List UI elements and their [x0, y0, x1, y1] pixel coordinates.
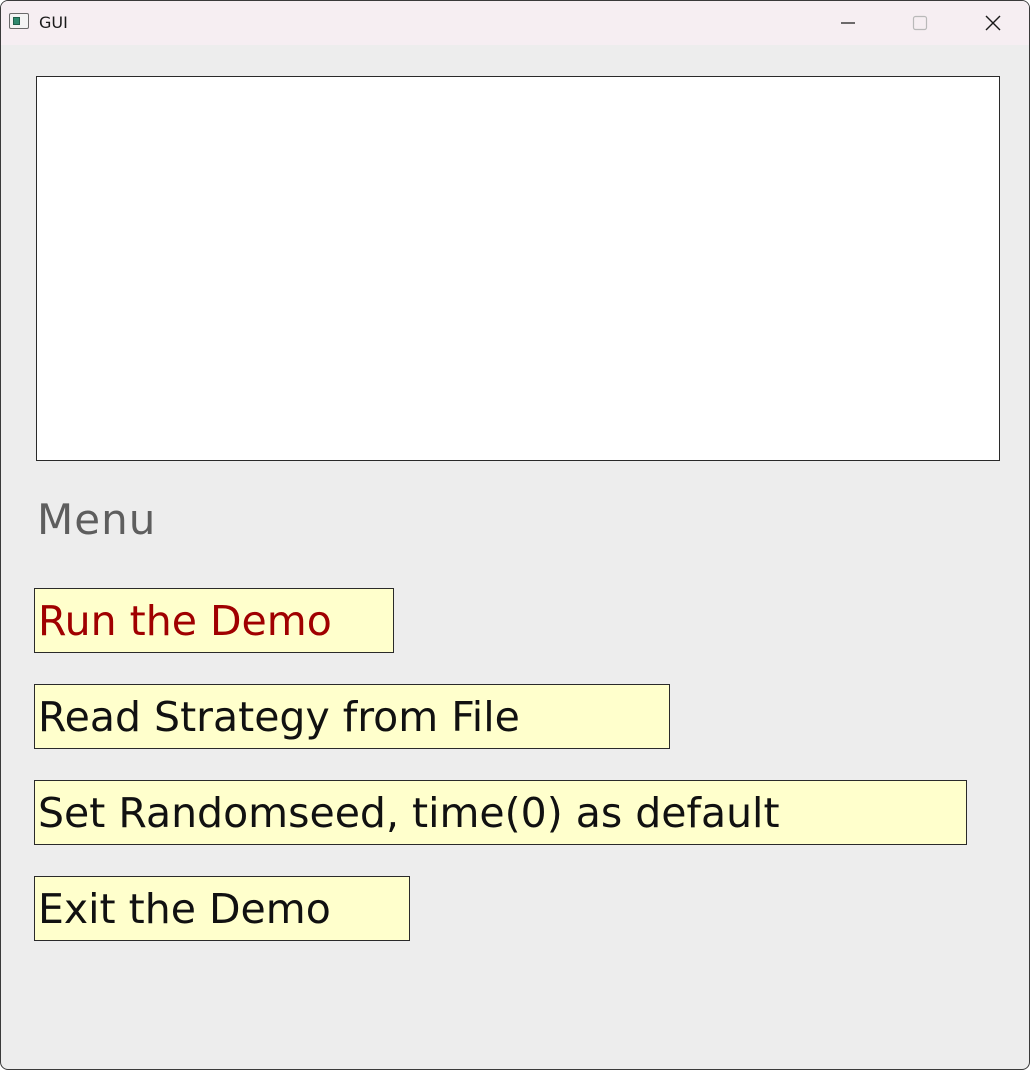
app-window-icon — [9, 13, 29, 29]
set-randomseed-button[interactable]: Set Randomseed, time(0) as default — [34, 780, 967, 845]
close-button[interactable] — [957, 1, 1029, 45]
title-bar[interactable]: GUI — [1, 1, 1029, 45]
exit-demo-button[interactable]: Exit the Demo — [34, 876, 410, 941]
read-strategy-button[interactable]: Read Strategy from File — [34, 684, 670, 749]
maximize-button[interactable] — [884, 1, 956, 45]
window-title: GUI — [39, 13, 68, 32]
menu-heading: Menu — [37, 495, 157, 544]
maximize-icon — [912, 15, 928, 31]
minimize-button[interactable] — [812, 1, 884, 45]
app-window: GUI Menu Run the Demo Read Strategy from… — [0, 0, 1030, 1070]
display-canvas — [36, 76, 1000, 461]
close-icon — [985, 15, 1001, 31]
minimize-icon — [841, 22, 855, 24]
run-demo-button[interactable]: Run the Demo — [34, 588, 394, 653]
